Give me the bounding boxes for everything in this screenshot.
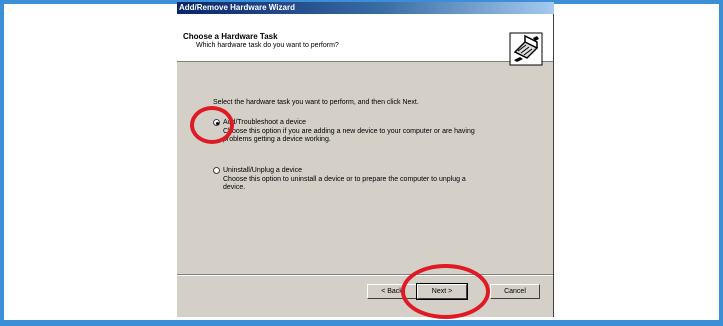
add-troubleshoot-label[interactable]: Add/Troubleshoot a device — [223, 119, 306, 127]
wizard-dialog: Add/Remove Hardware Wizard Choose a Hard… — [177, 2, 554, 317]
back-button[interactable]: < Back — [367, 284, 417, 299]
uninstall-unplug-label[interactable]: Uninstall/Unplug a device — [223, 167, 302, 175]
window-title: Add/Remove Hardware Wizard — [177, 2, 554, 14]
add-troubleshoot-radio[interactable] — [213, 119, 220, 126]
uninstall-unplug-radio[interactable] — [213, 167, 220, 174]
uninstall-unplug-description-line1: Choose this option to uninstall a device… — [223, 176, 466, 183]
next-button[interactable]: Next > — [416, 283, 468, 300]
button-separator — [177, 274, 553, 276]
header-title: Choose a Hardware Task — [183, 32, 278, 41]
instruction-text: Select the hardware task you want to per… — [213, 99, 419, 106]
header-subtitle: Which hardware task do you want to perfo… — [196, 42, 339, 49]
cancel-button[interactable]: Cancel — [490, 284, 540, 299]
add-troubleshoot-description-line1: Choose this option if you are adding a n… — [223, 128, 475, 135]
uninstall-unplug-description-line2: device. — [223, 184, 246, 191]
add-troubleshoot-description-line2: problems getting a device working. — [223, 136, 331, 143]
hardware-wizard-icon — [509, 32, 543, 66]
